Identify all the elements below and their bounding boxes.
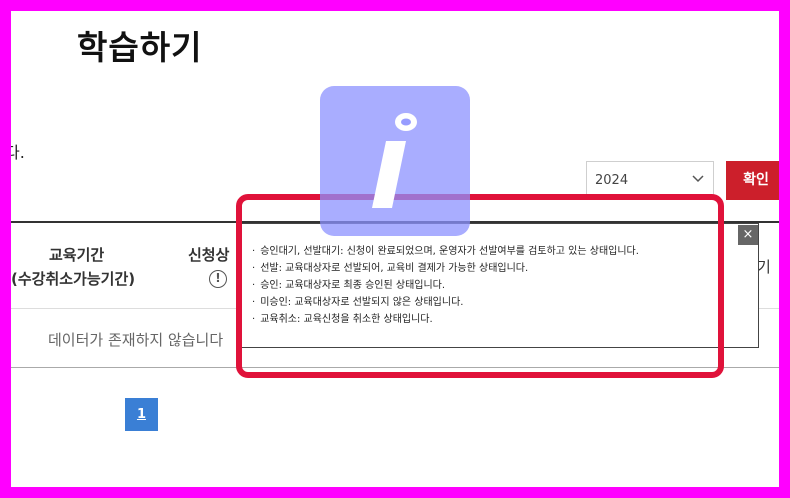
column-header-right: 기 [757, 258, 771, 276]
status-info-icon[interactable]: ! [209, 270, 227, 288]
column-header-status: 신청상 [188, 246, 230, 264]
info-icon-glyph [372, 113, 417, 208]
info-icon [320, 86, 470, 236]
empty-table-message: 데이터가 존재하지 않습니다 [48, 331, 224, 349]
confirm-button[interactable]: 확인 [726, 161, 779, 200]
chevron-down-icon [692, 175, 704, 183]
column-header-period: 교육기간 [49, 246, 105, 264]
page: 학습하기 다. 2024 확인 교육기간 (수강취소가능기간) 신청상 ! 기 … [11, 11, 779, 487]
column-header-period-sub: (수강취소가능기간) [11, 270, 136, 288]
description-text: 다. [11, 143, 25, 162]
pagination-page-1[interactable]: 1 [125, 398, 158, 431]
highlight-box [236, 194, 724, 378]
tooltip-close-button[interactable]: × [738, 225, 758, 245]
year-select-value: 2024 [595, 173, 629, 188]
page-title: 학습하기 [77, 28, 203, 67]
